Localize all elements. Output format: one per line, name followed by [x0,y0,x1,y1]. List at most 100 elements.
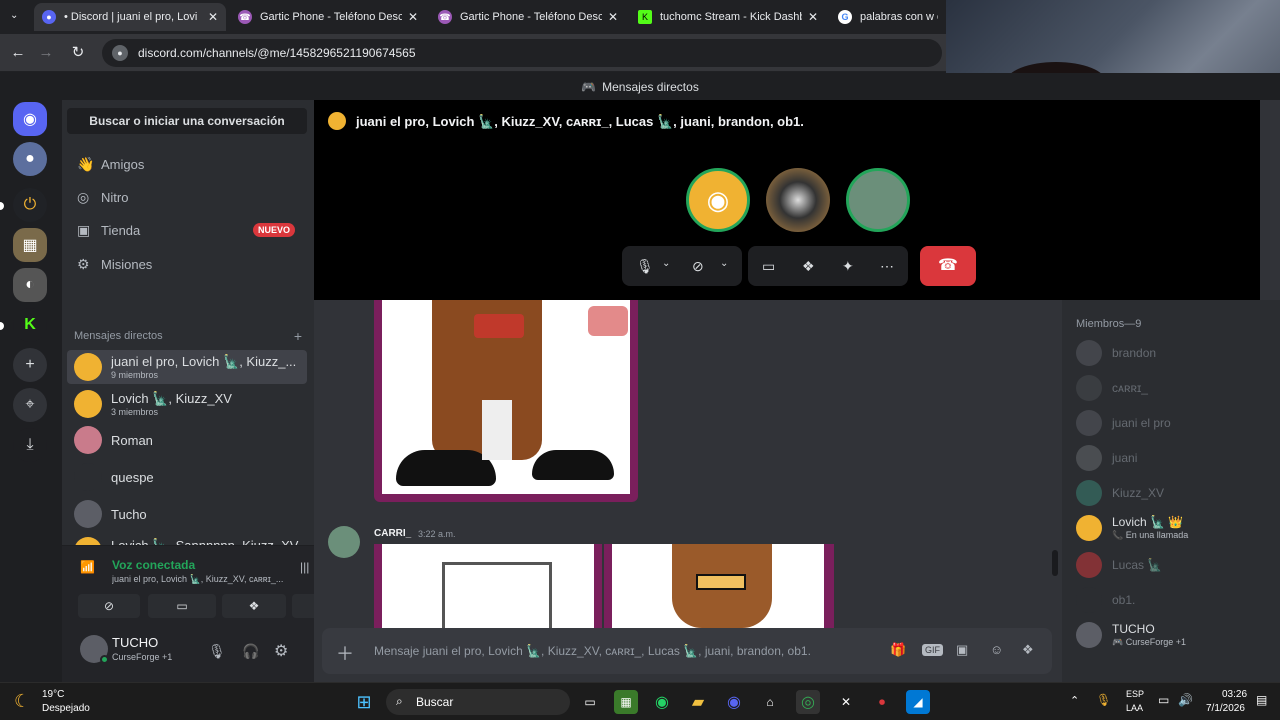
kick-server-icon[interactable]: K [13,308,47,342]
add-server-icon[interactable]: + [13,348,47,382]
dm-item[interactable]: quespe [67,460,307,494]
participant-avatar[interactable] [766,168,830,232]
participant-avatar[interactable] [846,168,910,232]
url-field[interactable]: ● discord.com/channels/@me/1458296521190… [102,39,942,67]
member-item[interactable]: juani el pro [1076,410,1276,440]
server-icon[interactable]: ⏻ [13,188,47,222]
nav-shop[interactable]: ▣ Tienda NUEVO [67,214,307,246]
chrome-icon[interactable]: ◎ [796,690,820,714]
tab-discord[interactable]: ● • Discord | juani el pro, Lovi ✕ [34,3,226,31]
clock-time[interactable]: 03:26 [1222,689,1247,700]
nav-quests[interactable]: ⚙ Misiones [67,248,307,280]
nav-nitro[interactable]: ◎ Nitro [67,181,307,213]
dm-item[interactable]: Tucho [67,497,307,531]
member-item[interactable]: Lucas 🗽 [1076,552,1276,582]
weather-desc[interactable]: Despejado [42,703,90,714]
taskbar-search[interactable]: ⌕ Buscar [386,689,570,715]
member-item[interactable]: Lovich 🗽 👑 📞 En una llamada [1076,515,1276,545]
nav-friends[interactable]: 👋 Amigos [67,148,307,180]
activities-button[interactable]: ❖ [222,594,286,618]
dm-item[interactable]: juani el pro, Lovich 🗽, Kiuzz_... 9 miemb… [67,350,307,384]
clock-date[interactable]: 7/1/2026 [1206,703,1245,714]
minecraft-icon[interactable]: ▦ [614,690,638,714]
group-dm-icon[interactable]: ● [13,142,47,176]
message-author[interactable]: CARRI_ [374,528,411,539]
close-tab-icon[interactable]: ✕ [608,10,618,24]
app-icon[interactable]: ✕ [834,690,858,714]
microphone-icon[interactable]: 🎙 [636,258,654,275]
server-icon[interactable]: ▦ [13,228,47,262]
language-1[interactable]: ESP [1126,689,1144,699]
task-view-icon[interactable]: ▭ [578,690,602,714]
whatsapp-icon[interactable]: ◉ [650,690,674,714]
apps-icon[interactable]: ❖ [1022,642,1034,658]
gift-icon[interactable]: 🎁 [890,642,906,658]
member-item[interactable]: brandon [1076,340,1276,370]
message-avatar[interactable] [328,526,360,558]
microphone-tray-icon[interactable]: 🎙 [1096,693,1111,707]
download-icon[interactable]: ⤓ [13,428,47,462]
language-2[interactable]: LAA [1126,703,1143,713]
forward-icon[interactable]: → [36,43,56,63]
add-attachment-icon[interactable]: ＋ [336,640,354,666]
member-item[interactable]: ᴄᴀʀʀɪ_ [1076,375,1276,405]
close-tab-icon[interactable]: ✕ [208,10,218,24]
emoji-icon[interactable]: ☺ [990,642,1003,657]
sticker-icon[interactable]: ▣ [956,642,968,658]
activities-icon[interactable]: ❖ [802,258,815,275]
start-icon[interactable]: ⊞ [352,690,376,714]
chevron-down-icon[interactable]: ⌄ [662,258,670,269]
create-dm-icon[interactable]: + [294,328,302,344]
dm-item[interactable]: Lovich 🗽, Kiuzz_XV 3 miembros [67,387,307,421]
drawing-image[interactable] [604,544,834,628]
close-tab-icon[interactable]: ✕ [408,10,418,24]
dm-item[interactable]: Roman [67,423,307,457]
volume-icon[interactable]: 🔊 [1178,693,1193,707]
tab-gartic-1[interactable]: ☎ Gartic Phone - Teléfono Descon ✕ [230,3,426,31]
chevron-down-icon[interactable]: ⌄ [720,258,728,269]
notification-icon[interactable]: ▤ [1256,693,1267,707]
discord-home-icon[interactable]: ◉ [13,102,47,136]
member-item[interactable]: TUCHO 🎮 CurseForge +1 [1076,622,1276,652]
member-item[interactable]: Kiuzz_XV [1076,480,1276,510]
message-composer[interactable]: ＋ Mensaje juani el pro, Lovich 🗽, Kiuzz_… [322,628,1052,674]
drawing-image[interactable] [374,300,638,502]
soundboard-icon[interactable]: ✦ [842,258,854,275]
discord-icon[interactable]: ◉ [722,690,746,714]
headphones-icon[interactable]: 🎧 [242,643,259,660]
microphone-site-icon[interactable]: ● [112,45,128,61]
weather-icon[interactable]: ☾ [14,691,30,712]
member-item[interactable]: ob1. [1076,587,1276,617]
participant-discord-avatar[interactable]: ◉ [686,168,750,232]
network-icon[interactable]: ▭ [1158,693,1169,707]
tray-chevron-icon[interactable]: ⌃ [1070,694,1079,707]
tab-search-icon[interactable]: ⌄ [10,10,18,21]
member-item[interactable]: juani [1076,445,1276,475]
tab-kick[interactable]: K tuchomc Stream - Kick Dashboa ✕ [630,3,826,31]
tab-gartic-2[interactable]: ☎ Gartic Phone - Teléfono Descon ✕ [430,3,626,31]
camera-off-button[interactable]: ⊘ [78,594,140,618]
microphone-icon[interactable]: 🎙 [208,643,226,660]
drawing-image[interactable] [374,544,602,628]
discover-icon[interactable]: ⌖ [13,388,47,422]
terminal-icon[interactable]: ⌂ [758,690,782,714]
noise-suppression-icon[interactable]: ||| [300,560,309,574]
screen-share-icon[interactable]: ▭ [762,258,775,275]
more-icon[interactable]: ⋯ [880,258,894,275]
app-icon[interactable]: ⏺ [870,690,894,714]
tab-google[interactable]: G palabras con w en es [830,3,946,31]
scrollbar[interactable] [1052,550,1058,576]
camera-off-icon[interactable]: ⊘ [692,258,704,275]
reload-icon[interactable]: ↻ [68,43,88,63]
close-tab-icon[interactable]: ✕ [808,10,818,24]
screen-share-button[interactable]: ▭ [148,594,216,618]
server-icon[interactable]: ◐ [13,268,47,302]
settings-gear-icon[interactable]: ⚙ [274,641,288,661]
leave-call-button[interactable]: ☎ [920,246,976,286]
search-conversation-button[interactable]: Buscar o iniciar una conversación [67,108,307,134]
back-icon[interactable]: ← [8,43,28,63]
app-icon[interactable]: ◢ [906,690,930,714]
weather-temp[interactable]: 19°C [42,689,64,700]
file-explorer-icon[interactable]: ▰ [686,690,710,714]
gif-icon[interactable]: GIF [922,644,943,656]
